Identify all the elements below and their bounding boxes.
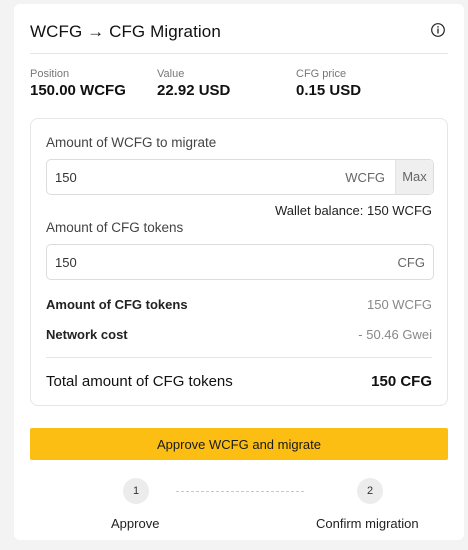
summary-key: Amount of CFG tokens — [46, 297, 188, 312]
max-button[interactable]: Max — [395, 160, 433, 194]
wcfg-amount-field[interactable]: WCFG Max — [46, 159, 434, 195]
wcfg-unit: WCFG — [345, 170, 385, 185]
step-2-label: Confirm migration — [316, 516, 419, 531]
stat-label: Value — [157, 68, 185, 80]
page-title: WCFG → CFG Migration — [30, 22, 221, 41]
position-stats: Position 150.00 WCFG Value 22.92 USD CFG… — [30, 68, 448, 108]
summary-key: Network cost — [46, 327, 128, 342]
card-header: WCFG → CFG Migration — [30, 18, 448, 54]
stat-value: 0.15 USD — [296, 82, 362, 99]
step-2-circle: 2 — [357, 478, 383, 504]
migration-form: Amount of WCFG to migrate WCFG Max Walle… — [30, 118, 448, 406]
stat-label: Position — [30, 68, 70, 80]
summary-value: 150 WCFG — [366, 297, 432, 312]
stat-value-usd: Value 22.92 USD — [157, 68, 230, 99]
stat-position: Position 150.00 WCFG — [30, 68, 126, 99]
step-connector — [176, 491, 304, 492]
stat-value: 22.92 USD — [157, 82, 231, 99]
wallet-balance: Wallet balance: 150 WCFG — [274, 203, 432, 218]
cfg-amount-label: Amount of CFG tokens — [46, 220, 184, 235]
stat-label: CFG price — [296, 68, 347, 80]
cfg-amount-field[interactable]: CFG — [46, 244, 434, 280]
stat-cfg-price: CFG price 0.15 USD — [296, 68, 361, 99]
step-indicator: 1 2 Approve Confirm migration — [30, 478, 448, 538]
step-1-label: Approve — [111, 516, 160, 531]
cfg-unit: CFG — [397, 255, 425, 270]
total-value: 150 CFG — [371, 373, 432, 390]
header-divider — [30, 53, 448, 54]
step-1-circle: 1 — [123, 478, 149, 504]
wcfg-amount-input[interactable] — [55, 170, 255, 185]
summary-value: - 50.46 Gwei — [358, 327, 432, 342]
wcfg-amount-label: Amount of WCFG to migrate — [46, 135, 217, 150]
summary-divider — [46, 357, 432, 358]
total-key: Total amount of CFG tokens — [46, 373, 233, 390]
info-icon[interactable] — [430, 22, 446, 38]
approve-migrate-button[interactable]: Approve WCFG and migrate — [30, 428, 448, 460]
migration-card: WCFG → CFG Migration Position 150.00 WCF… — [14, 4, 464, 540]
cfg-amount-input[interactable] — [55, 255, 255, 270]
stat-value: 150.00 WCFG — [30, 82, 126, 99]
